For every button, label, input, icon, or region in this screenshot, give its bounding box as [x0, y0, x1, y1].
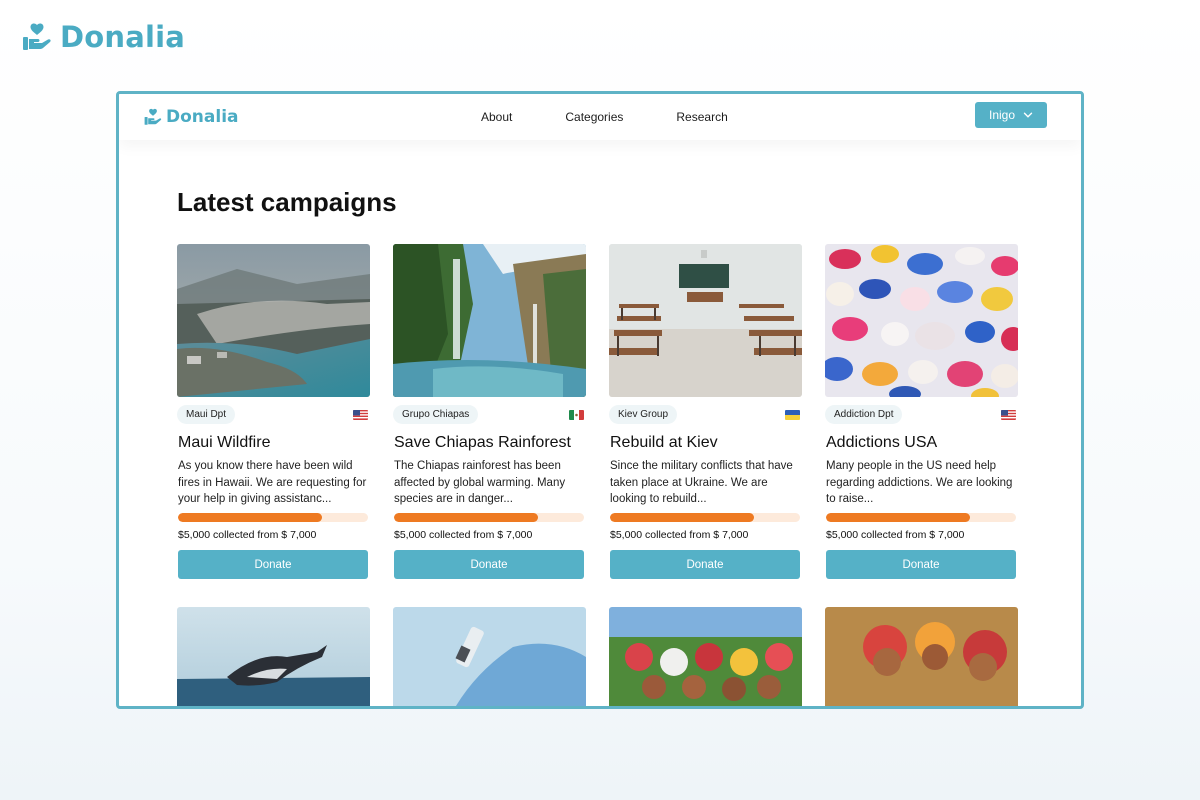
- campaign-grid: Maui Dpt Maui Wildfire As you know there…: [177, 244, 1081, 706]
- campaign-photo: [825, 607, 1018, 706]
- collected-amount: $5,000 collected from $ 7,000: [394, 529, 533, 541]
- campaign-image[interactable]: [177, 244, 370, 397]
- campaign-image[interactable]: [825, 607, 1018, 706]
- progress-bar: [826, 513, 1016, 522]
- donate-button[interactable]: Donate: [394, 550, 584, 579]
- nav-brand[interactable]: Donalia: [144, 107, 239, 127]
- progress-fill: [610, 513, 755, 522]
- campaign-photo: [393, 244, 586, 397]
- org-badge: Kiev Group: [609, 405, 678, 424]
- campaign-photo: [609, 244, 802, 397]
- campaign-description: The Chiapas rainforest has been affected…: [394, 460, 566, 505]
- campaign-card: Addiction Dpt Addictions USA Many people…: [825, 244, 1018, 579]
- org-badge: Grupo Chiapas: [393, 405, 479, 424]
- main-content: Latest campaigns Maui Dpt Maui Wildfire …: [119, 187, 1081, 706]
- navbar: Donalia About Categories Research Inigo: [119, 94, 1081, 140]
- donate-button[interactable]: Donate: [178, 550, 368, 579]
- brand-name: Donalia: [60, 20, 186, 54]
- campaign-card: [825, 607, 1018, 706]
- ua-flag-icon: [785, 409, 800, 420]
- campaign-title[interactable]: Save Chiapas Rainforest: [393, 434, 586, 452]
- campaign-image[interactable]: [609, 244, 802, 397]
- user-name: Inigo: [988, 108, 1016, 122]
- campaign-description: As you know there have been wild fires i…: [178, 460, 367, 505]
- page-title: Latest campaigns: [177, 187, 397, 217]
- campaign-photo: [393, 607, 586, 706]
- campaign-photo: [177, 244, 370, 397]
- campaign-image[interactable]: [825, 244, 1018, 397]
- nav-links: About Categories Research: [481, 94, 728, 140]
- progress-fill: [394, 513, 539, 522]
- campaign-card: Kiev Group Rebuild at Kiev Since the mil…: [609, 244, 802, 579]
- progress-fill: [178, 513, 323, 522]
- nav-link-categories[interactable]: Categories: [565, 110, 623, 124]
- nav-brand-name: Donalia: [166, 107, 239, 127]
- org-badge: Maui Dpt: [177, 405, 236, 424]
- campaign-title[interactable]: Rebuild at Kiev: [609, 434, 802, 452]
- campaign-card: Grupo Chiapas Save Chiapas Rainforest Th…: [393, 244, 586, 579]
- campaign-image[interactable]: [393, 607, 586, 706]
- user-menu-button[interactable]: Inigo: [975, 102, 1047, 128]
- donate-button[interactable]: Donate: [610, 550, 800, 579]
- campaign-image[interactable]: [177, 607, 370, 706]
- progress-fill: [826, 513, 971, 522]
- chevron-down-icon: [1023, 112, 1033, 118]
- campaign-description: Many people in the US need help regardin…: [826, 460, 1013, 505]
- campaign-card: [609, 607, 802, 706]
- brand-logo: Donalia: [22, 20, 185, 54]
- campaign-photo: [825, 244, 1018, 397]
- campaign-title[interactable]: Addictions USA: [825, 434, 1018, 452]
- donate-button[interactable]: Donate: [826, 550, 1016, 579]
- heart-hand-icon: [144, 108, 162, 125]
- collected-amount: $5,000 collected from $ 7,000: [178, 529, 317, 541]
- collected-amount: $5,000 collected from $ 7,000: [610, 529, 749, 541]
- heart-hand-icon: [23, 23, 51, 50]
- mx-flag-icon: [569, 409, 584, 420]
- org-badge: Addiction Dpt: [825, 405, 903, 424]
- campaign-card: [177, 607, 370, 706]
- campaign-photo: [177, 607, 370, 706]
- nav-link-research[interactable]: Research: [676, 110, 727, 124]
- campaign-card: [393, 607, 586, 706]
- progress-bar: [610, 513, 800, 522]
- us-flag-icon: [1001, 409, 1016, 420]
- campaign-title[interactable]: Maui Wildfire: [177, 434, 370, 452]
- nav-link-about[interactable]: About: [481, 110, 512, 124]
- campaign-description: Since the military conflicts that have t…: [610, 460, 793, 505]
- campaign-image[interactable]: [609, 607, 802, 706]
- campaign-card: Maui Dpt Maui Wildfire As you know there…: [177, 244, 370, 579]
- collected-amount: $5,000 collected from $ 7,000: [826, 529, 965, 541]
- progress-bar: [394, 513, 584, 522]
- campaign-image[interactable]: [393, 244, 586, 397]
- us-flag-icon: [353, 409, 368, 420]
- campaign-photo: [609, 607, 802, 706]
- app-window: Donalia About Categories Research Inigo …: [116, 91, 1084, 709]
- progress-bar: [178, 513, 368, 522]
